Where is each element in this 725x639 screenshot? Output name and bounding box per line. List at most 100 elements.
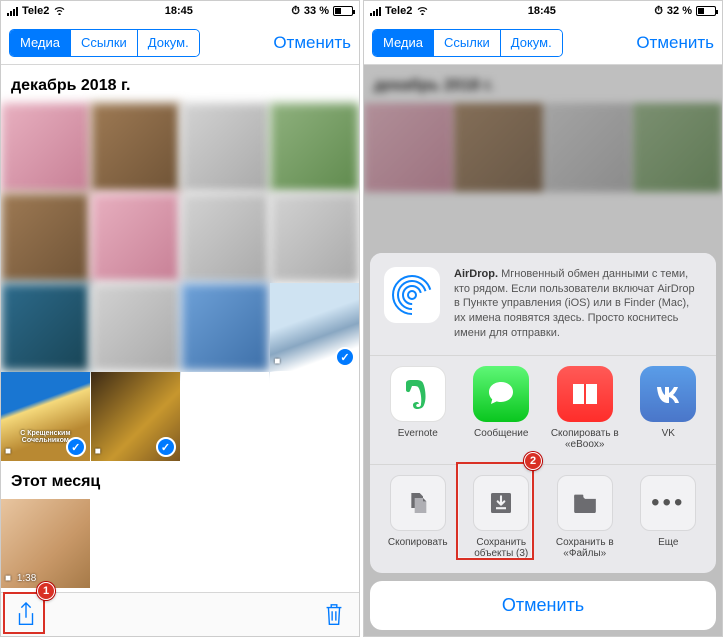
app-label: Сообщение (474, 428, 528, 439)
tab-media[interactable]: Медиа (373, 30, 434, 56)
alarm-icon: ⏱ (654, 5, 663, 18)
carrier-label: Tele2 (22, 5, 49, 17)
airdrop-icon (384, 267, 440, 323)
thumb[interactable] (91, 103, 180, 192)
thumb[interactable] (91, 193, 180, 282)
action-label: Еще (658, 537, 678, 548)
app-vk[interactable]: VK (627, 366, 711, 450)
wifi-icon (53, 5, 66, 18)
action-copy[interactable]: Скопировать (376, 475, 460, 559)
folder-icon (570, 488, 600, 518)
video-indicator-icon: ■ (5, 446, 14, 457)
toolbar (1, 592, 359, 636)
signal-icon (7, 7, 18, 16)
sheet-card: AirDrop. Мгновенный обмен данными с теми… (370, 253, 716, 573)
app-evernote[interactable]: Evernote (376, 366, 460, 450)
thumb-grid: ■ ✓ С Крещенским Сочельником ■ ✓ ■ ✓ (1, 103, 359, 461)
thumb[interactable] (270, 193, 359, 282)
app-messages[interactable]: Сообщение (460, 366, 544, 450)
status-bar: Tele2 18:45 ⏱ 33 % (1, 1, 359, 21)
status-left: Tele2 (370, 5, 429, 18)
thumb[interactable] (91, 283, 180, 372)
cancel-button[interactable]: Отменить (273, 33, 351, 53)
action-more[interactable]: ••• Еще (627, 475, 711, 559)
thumb-empty (181, 372, 270, 461)
tab-links[interactable]: Ссылки (71, 30, 138, 56)
action-label: Скопировать (388, 537, 448, 548)
share-sheet: AirDrop. Мгновенный обмен данными с теми… (370, 253, 716, 630)
thumb[interactable] (181, 193, 270, 282)
segmented-control: Медиа Ссылки Докум. (9, 29, 200, 57)
wifi-icon (416, 5, 429, 18)
video-indicator: ■ 1:38 (5, 573, 36, 584)
app-eboox[interactable]: Скопировать в «eBoox» (543, 366, 627, 450)
check-icon: ✓ (66, 437, 86, 457)
save-icon (486, 488, 516, 518)
status-left: Tele2 (7, 5, 66, 18)
phone-right: Tele2 18:45 ⏱ 32 % Медиа Ссылки Докум. О… (363, 0, 723, 637)
segmented-control: Медиа Ссылки Докум. (372, 29, 563, 57)
battery-icon (333, 6, 353, 16)
signal-icon (370, 7, 381, 16)
thumb-selected[interactable]: С Крещенским Сочельником ■ ✓ (1, 372, 90, 461)
battery-icon (696, 6, 716, 16)
check-icon: ✓ (335, 347, 355, 367)
trash-button[interactable] (323, 602, 345, 628)
trash-icon (323, 602, 345, 628)
section-december: декабрь 2018 г. (1, 65, 359, 103)
callout-badge-2: 2 (524, 452, 542, 470)
navbar: Медиа Ссылки Докум. Отменить (1, 21, 359, 65)
thumb-selected[interactable]: ■ ✓ (270, 283, 359, 372)
more-icon: ••• (651, 491, 685, 515)
content: декабрь 2018 г. ■ ✓ С Крещенским Сочельн… (1, 65, 359, 592)
tab-docs[interactable]: Докум. (501, 30, 562, 56)
thumb[interactable] (270, 103, 359, 192)
thumb[interactable] (181, 283, 270, 372)
status-time: 18:45 (165, 5, 193, 17)
thumb-selected[interactable]: ■ ✓ (91, 372, 180, 461)
thumb-empty (270, 372, 359, 461)
video-indicator-icon: ■ (274, 356, 283, 367)
sheet-cancel-button[interactable]: Отменить (370, 581, 716, 630)
thumb-grid-2: ■ 1:38 (1, 499, 359, 588)
status-time: 18:45 (528, 5, 556, 17)
callout-badge-1: 1 (37, 582, 55, 600)
thumb[interactable] (181, 103, 270, 192)
messages-icon (483, 376, 519, 412)
alarm-icon: ⏱ (291, 5, 300, 18)
navbar: Медиа Ссылки Докум. Отменить (364, 21, 722, 65)
airdrop-text: AirDrop. Мгновенный обмен данными с теми… (454, 267, 702, 341)
evernote-icon (398, 374, 438, 414)
app-label: VK (662, 428, 675, 439)
vk-icon (648, 374, 688, 414)
section-this-month: Этот месяц (1, 461, 359, 499)
thumb[interactable]: ■ 1:38 (1, 499, 90, 588)
app-label: Evernote (398, 428, 438, 439)
tab-docs[interactable]: Докум. (138, 30, 199, 56)
airdrop-row[interactable]: AirDrop. Мгновенный обмен данными с теми… (370, 253, 716, 355)
action-row: Скопировать Сохранить объекты (3) (370, 464, 716, 573)
share-icon (15, 602, 37, 628)
action-save-objects[interactable]: Сохранить объекты (3) (460, 475, 544, 559)
battery-percent: 32 % (667, 5, 692, 17)
tab-links[interactable]: Ссылки (434, 30, 501, 56)
thumb[interactable] (1, 103, 90, 192)
carrier-label: Tele2 (385, 5, 412, 17)
eboox-icon (567, 376, 603, 412)
copy-icon (403, 488, 433, 518)
thumb[interactable] (1, 283, 90, 372)
status-bar: Tele2 18:45 ⏱ 32 % (364, 1, 722, 21)
app-label: Скопировать в «eBoox» (548, 428, 622, 450)
status-right: ⏱ 33 % (291, 5, 353, 18)
share-button[interactable] (15, 602, 37, 628)
status-right: ⏱ 32 % (654, 5, 716, 18)
action-label: Сохранить объекты (3) (464, 537, 538, 559)
check-icon: ✓ (156, 437, 176, 457)
battery-percent: 33 % (304, 5, 329, 17)
thumb[interactable] (1, 193, 90, 282)
tab-media[interactable]: Медиа (10, 30, 71, 56)
action-save-files[interactable]: Сохранить в «Файлы» (543, 475, 627, 559)
phone-left: Tele2 18:45 ⏱ 33 % Медиа Ссылки Докум. О… (0, 0, 360, 637)
content: декабрь 2018 г. (364, 65, 722, 636)
cancel-button[interactable]: Отменить (636, 33, 714, 53)
